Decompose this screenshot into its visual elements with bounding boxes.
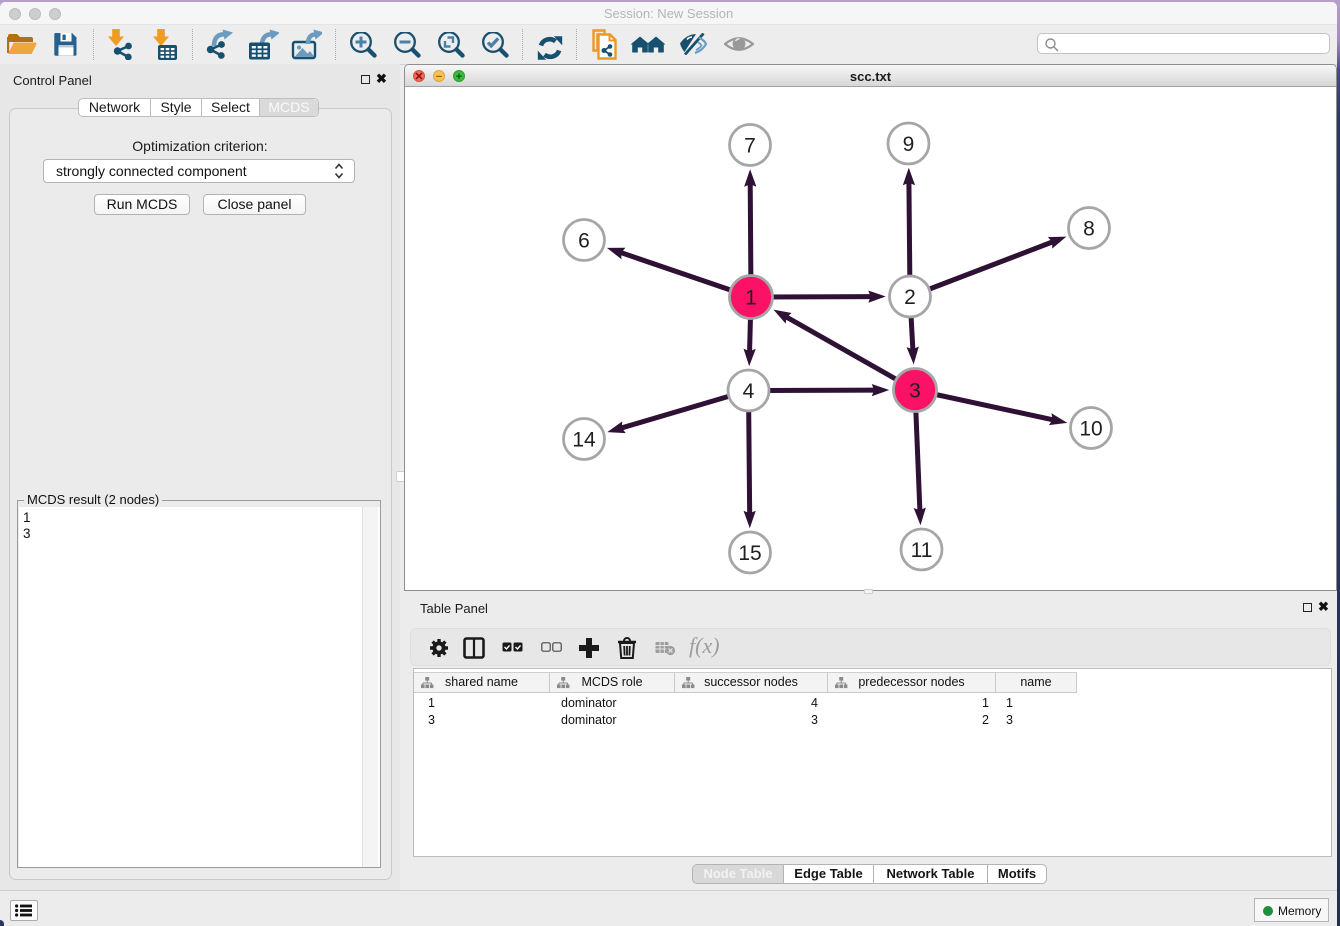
svg-text:11: 11 bbox=[911, 539, 933, 562]
svg-text:14: 14 bbox=[572, 429, 596, 452]
svg-text:7: 7 bbox=[744, 135, 756, 158]
svg-text:3: 3 bbox=[909, 380, 921, 403]
svg-text:6: 6 bbox=[578, 230, 590, 253]
svg-text:8: 8 bbox=[1083, 218, 1095, 241]
svg-text:10: 10 bbox=[1079, 418, 1102, 441]
svg-text:2: 2 bbox=[904, 286, 916, 309]
svg-text:9: 9 bbox=[903, 133, 915, 156]
svg-text:15: 15 bbox=[738, 542, 761, 565]
svg-text:4: 4 bbox=[743, 380, 755, 403]
svg-text:1: 1 bbox=[745, 287, 757, 310]
